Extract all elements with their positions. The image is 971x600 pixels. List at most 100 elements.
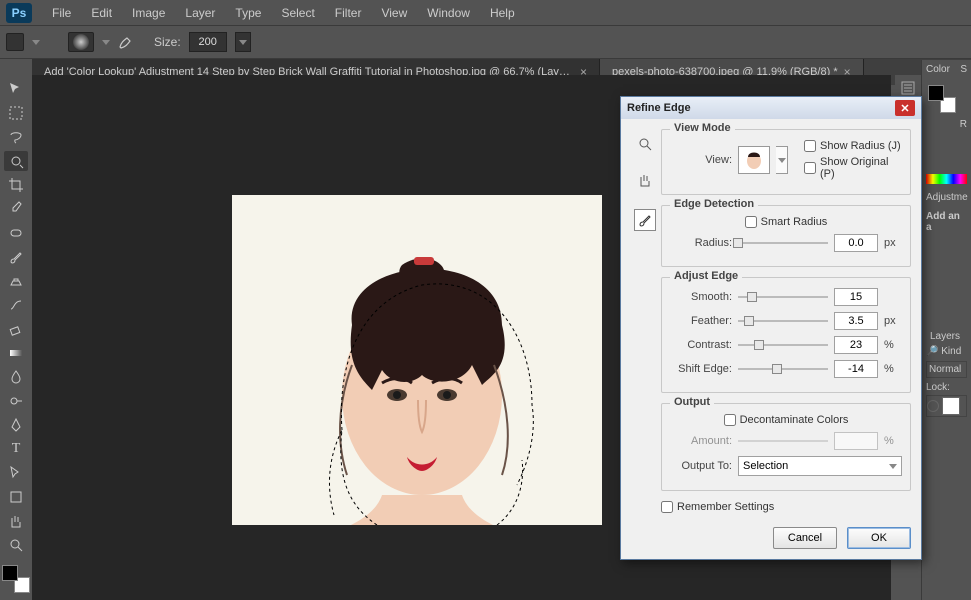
size-label: Size: <box>154 35 181 49</box>
tool-preset-picker[interactable] <box>6 33 24 51</box>
show-radius-checkbox[interactable]: Show Radius (J) <box>804 140 902 152</box>
brush-preview[interactable] <box>68 32 94 52</box>
eyedropper-tool[interactable] <box>4 199 28 219</box>
chevron-down-icon[interactable] <box>32 40 40 45</box>
edge-legend: Edge Detection <box>670 198 758 210</box>
decontaminate-checkbox[interactable]: Decontaminate Colors <box>724 414 849 426</box>
brush-size-input[interactable] <box>189 32 227 52</box>
eraser-tool[interactable] <box>4 319 28 339</box>
smooth-input[interactable] <box>834 288 878 306</box>
contrast-input[interactable] <box>834 336 878 354</box>
shift-label: Shift Edge: <box>670 363 732 375</box>
contrast-label: Contrast: <box>670 339 732 351</box>
smooth-label: Smooth: <box>670 291 732 303</box>
menu-help[interactable]: Help <box>480 2 525 24</box>
show-original-checkbox[interactable]: Show Original (P) <box>804 156 902 180</box>
feather-unit: px <box>884 315 902 327</box>
shift-unit: % <box>884 363 902 375</box>
radius-label: Radius: <box>670 237 732 249</box>
add-adjustment-label: Add an a <box>922 207 971 237</box>
amount-input <box>834 432 878 450</box>
refine-edge-dialog: Refine Edge ✕ View Mode View: Show Radiu… <box>620 96 922 560</box>
menu-image[interactable]: Image <box>122 2 175 24</box>
close-button[interactable]: ✕ <box>895 100 915 116</box>
cancel-button[interactable]: Cancel <box>773 527 837 549</box>
path-select-tool[interactable] <box>4 463 28 483</box>
contrast-slider[interactable] <box>738 338 828 352</box>
amount-slider <box>738 434 828 448</box>
smooth-slider[interactable] <box>738 290 828 304</box>
move-tool[interactable] <box>4 79 28 99</box>
color-swatch[interactable] <box>928 85 956 113</box>
history-panel-icon[interactable] <box>899 79 917 97</box>
smart-radius-checkbox[interactable]: Smart Radius <box>745 216 828 228</box>
pen-tool[interactable] <box>4 415 28 435</box>
shift-input[interactable] <box>834 360 878 378</box>
amount-label: Amount: <box>670 435 732 447</box>
type-tool[interactable]: T <box>4 439 28 459</box>
color-ramp[interactable] <box>926 174 967 184</box>
blend-mode-select[interactable]: Normal <box>926 361 967 378</box>
healing-brush-tool[interactable] <box>4 223 28 243</box>
output-legend: Output <box>670 396 714 408</box>
output-group: Output Decontaminate Colors Amount: % Ou… <box>661 403 911 491</box>
blur-tool[interactable] <box>4 367 28 387</box>
feather-slider[interactable] <box>738 314 828 328</box>
dodge-tool[interactable] <box>4 391 28 411</box>
right-panels: Color S R Adjustme Add an a Layers 🔎 Kin… <box>921 60 971 600</box>
layer-row[interactable] <box>926 395 967 417</box>
view-mode-picker[interactable] <box>738 146 770 174</box>
hand-tool[interactable] <box>4 511 28 531</box>
gradient-tool[interactable] <box>4 343 28 363</box>
lock-label: Lock: <box>926 382 967 393</box>
radius-slider[interactable] <box>738 236 828 250</box>
ok-button[interactable]: OK <box>847 527 911 549</box>
dialog-titlebar[interactable]: Refine Edge ✕ <box>621 97 921 119</box>
lasso-tool[interactable] <box>4 127 28 147</box>
brush-icon <box>118 33 136 51</box>
r-label: R <box>922 119 971 130</box>
clone-stamp-tool[interactable] <box>4 271 28 291</box>
menu-edit[interactable]: Edit <box>81 2 122 24</box>
size-dropdown[interactable] <box>235 32 251 52</box>
layers-panel-tab[interactable]: Layers <box>926 327 967 346</box>
menu-type[interactable]: Type <box>225 2 271 24</box>
feather-input[interactable] <box>834 312 878 330</box>
dialog-title: Refine Edge <box>627 102 691 114</box>
remember-settings-checkbox[interactable]: Remember Settings <box>661 501 911 513</box>
adjust-legend: Adjust Edge <box>670 270 742 282</box>
shape-tool[interactable] <box>4 487 28 507</box>
radius-unit: px <box>884 237 902 249</box>
crop-tool[interactable] <box>4 175 28 195</box>
layer-filter[interactable]: 🔎 Kind <box>926 346 967 357</box>
view-mode-legend: View Mode <box>670 122 735 134</box>
menu-select[interactable]: Select <box>271 2 324 24</box>
history-brush-tool[interactable] <box>4 295 28 315</box>
radius-input[interactable] <box>834 234 878 252</box>
marquee-tool[interactable] <box>4 103 28 123</box>
visibility-toggle[interactable] <box>927 400 939 412</box>
refine-brush-icon[interactable] <box>634 209 656 231</box>
menu-view[interactable]: View <box>371 2 417 24</box>
brush-tool[interactable] <box>4 247 28 267</box>
menu-filter[interactable]: Filter <box>325 2 372 24</box>
toolbox: T <box>0 75 32 593</box>
output-to-select[interactable]: Selection <box>738 456 902 476</box>
shift-slider[interactable] <box>738 362 828 376</box>
quick-select-tool[interactable] <box>4 151 28 171</box>
menu-file[interactable]: File <box>42 2 81 24</box>
view-mode-dropdown[interactable] <box>776 146 788 174</box>
hand-tool-icon[interactable] <box>634 169 656 191</box>
adjustments-panel-tab[interactable]: Adjustme <box>922 188 971 207</box>
output-to-label: Output To: <box>670 460 732 472</box>
menu-window[interactable]: Window <box>417 2 480 24</box>
zoom-tool-icon[interactable] <box>634 133 656 155</box>
options-bar: Size: <box>0 25 971 59</box>
chevron-down-icon[interactable] <box>102 40 110 45</box>
menu-layer[interactable]: Layer <box>175 2 225 24</box>
color-panel-tab[interactable]: Color S <box>922 60 971 79</box>
layer-thumbnail <box>942 397 960 415</box>
zoom-tool[interactable] <box>4 535 28 555</box>
foreground-background-colors[interactable] <box>2 565 30 593</box>
document-canvas[interactable] <box>232 195 602 525</box>
